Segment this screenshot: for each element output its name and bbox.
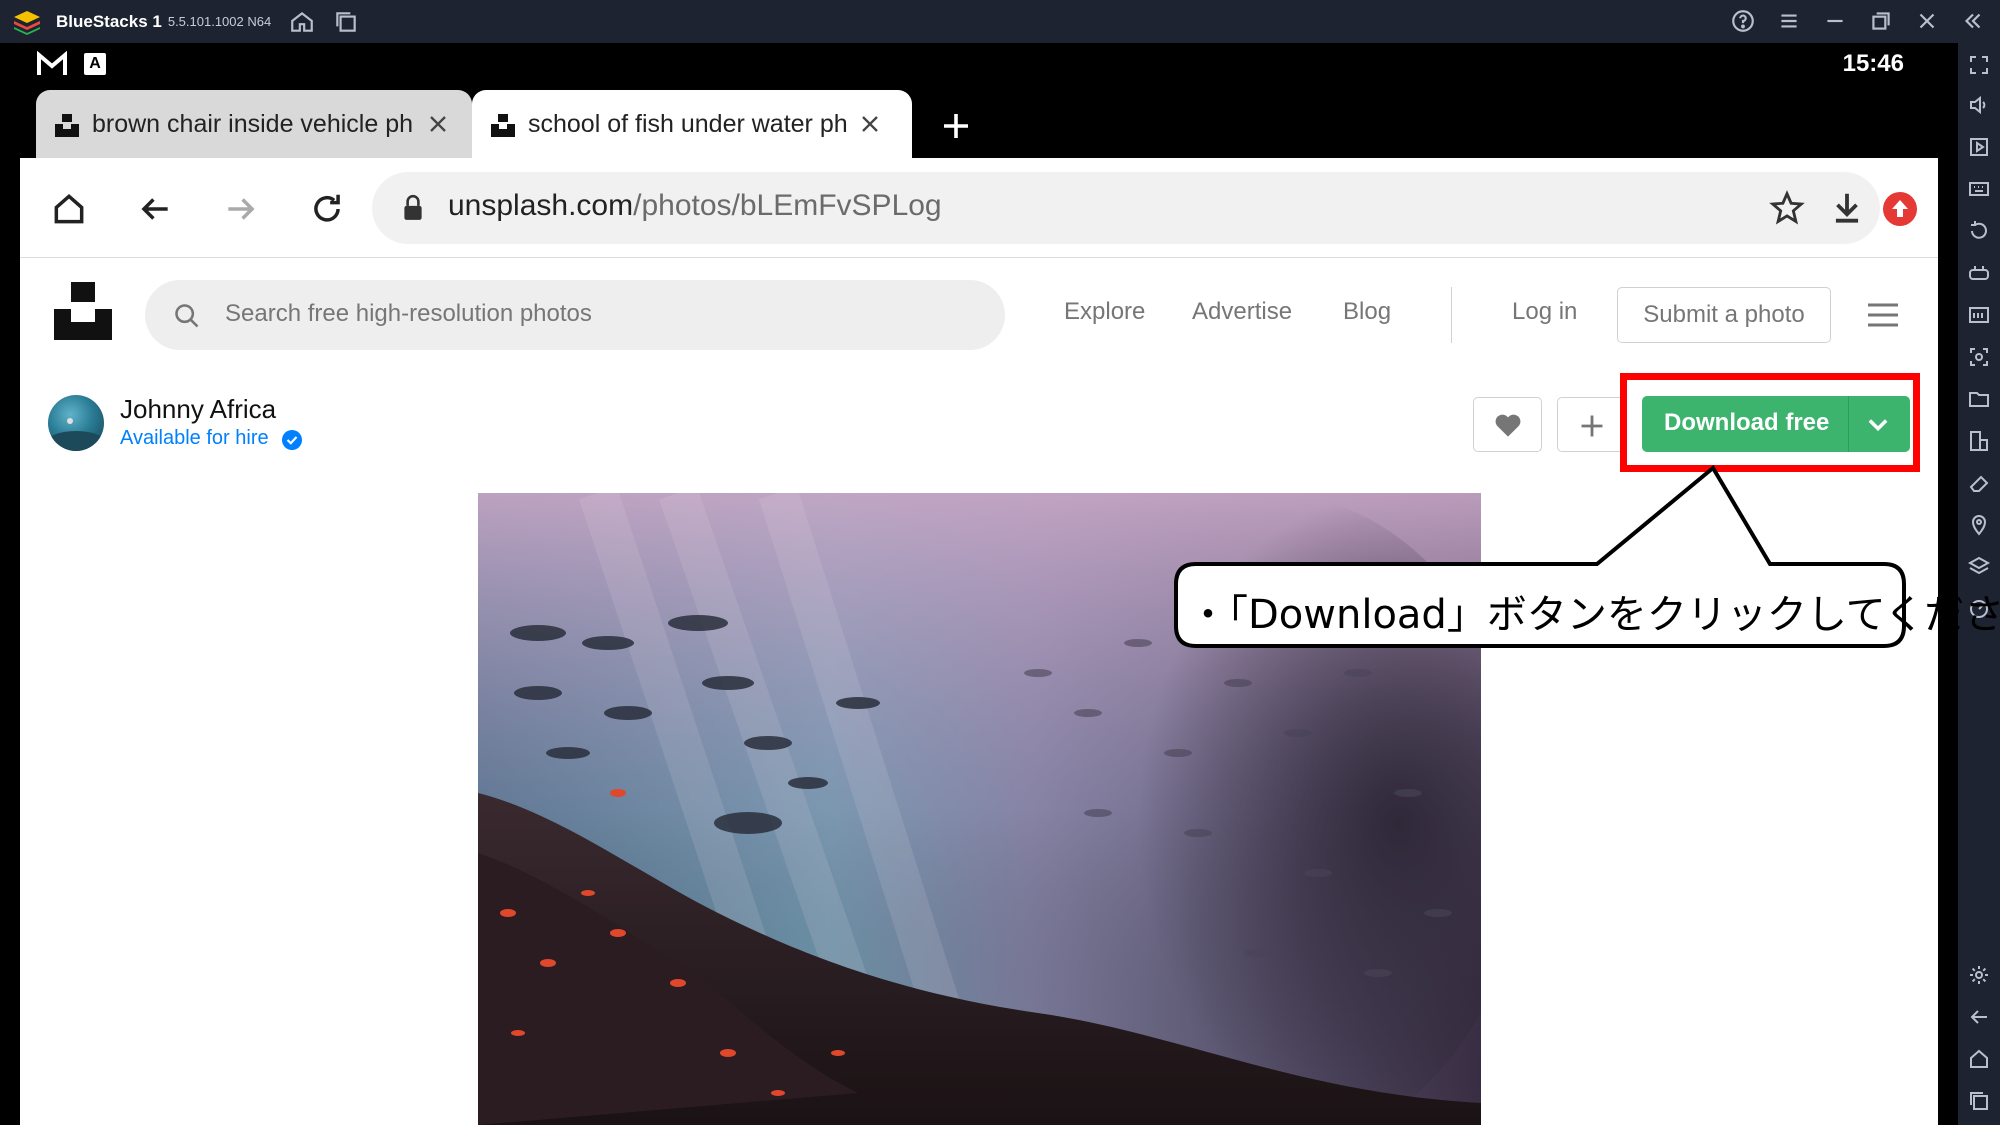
rotate-icon[interactable] [1967,219,1991,243]
url-domain: unsplash.com [448,189,634,222]
search-icon [173,302,201,330]
apk-icon[interactable] [1967,303,1991,327]
collapse-sidebar-icon[interactable] [1960,8,1986,34]
bluestacks-logo-icon [12,7,42,37]
multi-instance-icon[interactable] [333,9,359,35]
nav-explore[interactable]: Explore [1064,298,1145,326]
restore-icon[interactable] [1868,8,1894,34]
unsplash-logo[interactable] [54,282,112,340]
gmail-icon [36,51,68,77]
unsplash-favicon-icon [54,112,80,138]
url-text: unsplash.com/photos/bLEmFvSPLog [448,189,942,223]
submit-photo-button[interactable]: Submit a photo [1617,287,1831,343]
media-icon[interactable] [1967,135,1991,159]
search-placeholder: Search free high-resolution photos [225,300,592,327]
clock: 15:46 [1842,50,1904,77]
reload-icon[interactable] [308,190,346,228]
fullscreen-icon[interactable] [1967,53,1991,77]
close-icon[interactable] [1914,8,1940,34]
app-name: BlueStacks 1 [56,11,162,31]
tab-title: brown chair inside vehicle ph [92,110,414,138]
layers-icon[interactable] [1967,555,1991,579]
home-icon[interactable] [50,190,88,228]
url-field[interactable]: unsplash.com/photos/bLEmFvSPLog [372,172,1880,244]
settings-icon[interactable] [1967,963,1991,987]
app-version: 5.5.101.1002 N64 [167,14,272,29]
download-icon[interactable] [1828,189,1866,227]
bookmark-star-icon[interactable] [1768,189,1806,227]
minimize-icon[interactable] [1822,8,1848,34]
extension-upload-icon[interactable] [1882,191,1918,227]
nav-divider [1451,287,1452,343]
back-icon[interactable] [1967,1005,1991,1029]
screenshot-icon[interactable] [1967,345,1991,369]
instruction-text: ・「Download」ボタンをクリックしてください [1188,592,2000,638]
location-icon[interactable] [1967,513,1991,537]
url-path: /photos/bLEmFvSPLog [633,189,942,222]
tab-school-of-fish[interactable]: school of fish under water ph [472,90,912,158]
help-icon[interactable] [1730,8,1756,34]
home-icon[interactable] [289,9,315,35]
available-for-hire[interactable]: Available for hire [120,427,269,450]
back-arrow-icon[interactable] [136,190,174,228]
volume-icon[interactable] [1967,93,1991,117]
nav-blog[interactable]: Blog [1343,298,1391,326]
nav-advertise[interactable]: Advertise [1192,298,1292,326]
recent-apps-icon[interactable] [1967,1089,1991,1113]
address-bar: unsplash.com/photos/bLEmFvSPLog [20,158,1938,258]
gamepad-icon[interactable] [1967,261,1991,285]
keyboard-icon[interactable] [1967,177,1991,201]
tab-close-icon[interactable] [856,110,884,138]
avatar[interactable] [48,395,104,451]
author-name[interactable]: Johnny Africa [120,394,276,425]
android-home-icon[interactable] [1967,1047,1991,1071]
menu-icon[interactable] [1776,8,1802,34]
multi-device-icon[interactable] [1967,429,1991,453]
lock-icon [400,194,426,222]
eraser-icon[interactable] [1967,471,1991,495]
bluestacks-titlebar: BlueStacks 1 5.5.101.1002 N64 [0,0,2000,43]
unsplash-favicon-icon [490,112,516,138]
new-tab-icon[interactable] [938,108,974,144]
tab-title: school of fish under water ph [528,110,848,138]
tab-close-icon[interactable] [424,110,452,138]
folder-icon[interactable] [1967,387,1991,411]
android-statusbar: A 15:46 [0,43,1958,88]
verified-check-icon [282,430,302,450]
keyboard-a-icon: A [84,53,106,75]
forward-arrow-icon[interactable] [222,190,260,228]
tab-brown-chair[interactable]: brown chair inside vehicle ph [36,90,472,158]
login-link[interactable]: Log in [1512,298,1577,326]
hamburger-menu-icon[interactable] [1866,300,1900,330]
search-input[interactable]: Search free high-resolution photos [145,280,1005,350]
